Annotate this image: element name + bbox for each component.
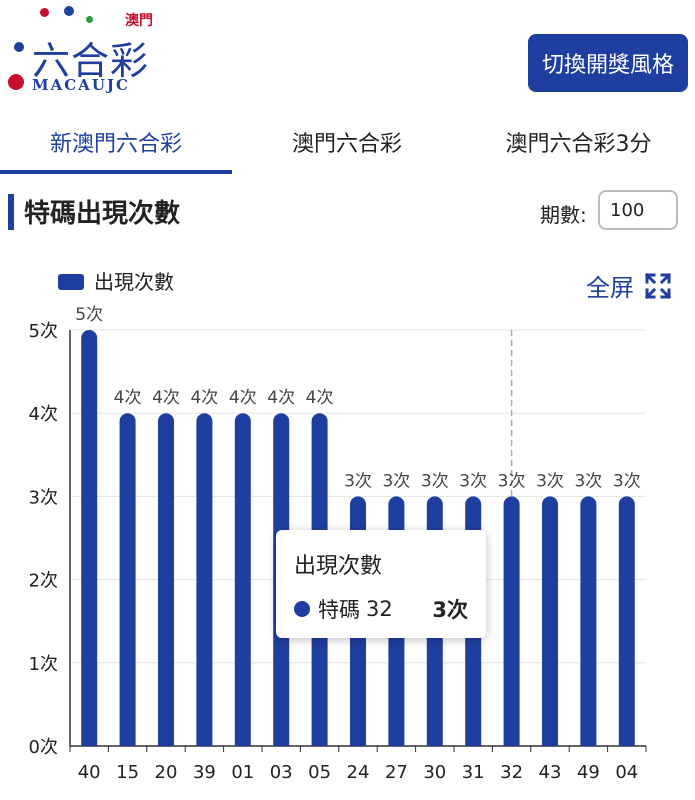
- bar[interactable]: [542, 496, 558, 746]
- y-tick-label: 4次: [29, 404, 58, 425]
- logo-dot: [64, 6, 74, 16]
- data-label: 4次: [152, 388, 180, 408]
- x-tick-label: 43: [539, 762, 562, 783]
- section-title: 特碼出現次數: [24, 199, 181, 229]
- tooltip-number: 32: [366, 597, 393, 621]
- data-label: 3次: [382, 471, 410, 491]
- data-label: 4次: [190, 388, 218, 408]
- x-tick-label: 04: [615, 762, 638, 783]
- data-label: 3次: [536, 471, 564, 491]
- x-tick-label: 05: [308, 762, 331, 783]
- data-label: 5次: [75, 305, 103, 325]
- legend-label: 出現次數: [94, 270, 174, 294]
- data-label: 3次: [459, 471, 487, 491]
- y-tick-label: 0次: [29, 737, 58, 758]
- data-label: 3次: [574, 471, 602, 491]
- period-input[interactable]: [598, 190, 678, 230]
- logo-subtext: MACAUJC: [32, 76, 130, 94]
- x-tick-label: 49: [577, 762, 600, 783]
- tooltip-title: 出現次數: [294, 554, 383, 579]
- bar[interactable]: [618, 496, 635, 746]
- data-label: 3次: [498, 471, 526, 491]
- data-label: 4次: [229, 388, 257, 408]
- x-tick-label: 01: [231, 762, 254, 783]
- tooltip-series-dot: [294, 601, 310, 617]
- section-accent-bar: [8, 194, 14, 230]
- tab-macau[interactable]: 澳門六合彩: [232, 112, 462, 172]
- logo: 澳門 六合彩 MACAUJC: [0, 0, 180, 100]
- bar[interactable]: [234, 413, 251, 746]
- x-tick-label: 27: [385, 762, 408, 783]
- x-tick-label: 30: [423, 762, 446, 783]
- tooltip-value: 3次: [432, 598, 468, 622]
- period-label: 期數:: [540, 203, 587, 227]
- y-tick-label: 5次: [29, 321, 58, 342]
- x-tick-label: 40: [78, 762, 101, 783]
- tab-bar: 新澳門六合彩 澳門六合彩 澳門六合彩3分: [0, 112, 695, 174]
- bar[interactable]: [81, 330, 98, 746]
- data-label: 3次: [421, 471, 449, 491]
- bar[interactable]: [158, 413, 174, 746]
- data-label: 4次: [267, 388, 295, 408]
- tab-new-macau[interactable]: 新澳門六合彩: [0, 112, 232, 172]
- x-tick-label: 32: [500, 762, 523, 783]
- x-tick-label: 20: [155, 762, 178, 783]
- data-label: 3次: [613, 471, 641, 491]
- logo-small-text: 澳門: [125, 13, 153, 29]
- y-tick-label: 1次: [29, 654, 58, 675]
- x-tick-label: 03: [270, 762, 293, 783]
- legend-swatch: [58, 274, 84, 290]
- bar[interactable]: [196, 413, 213, 746]
- active-tab-indicator: [0, 170, 232, 174]
- x-tick-label: 15: [116, 762, 139, 783]
- x-tick-label: 24: [347, 762, 370, 783]
- tooltip-row: 特碼 32 3次: [294, 594, 468, 624]
- data-label: 3次: [344, 471, 372, 491]
- logo-dot: [8, 74, 24, 90]
- y-tick-label: 2次: [29, 571, 58, 592]
- chart-legend[interactable]: 出現次數: [58, 270, 174, 294]
- bar[interactable]: [580, 496, 597, 746]
- x-tick-label: 31: [462, 762, 485, 783]
- data-label: 4次: [114, 388, 142, 408]
- chart-tooltip: 出現次數 特碼 32 3次: [276, 530, 486, 638]
- logo-dot: [14, 42, 24, 52]
- bar[interactable]: [503, 496, 520, 746]
- data-label: 4次: [306, 388, 334, 408]
- tab-macau-3min[interactable]: 澳門六合彩3分: [462, 112, 695, 172]
- x-tick-label: 39: [193, 762, 216, 783]
- y-tick-label: 3次: [29, 487, 58, 508]
- bar[interactable]: [119, 413, 136, 746]
- logo-dot: [40, 8, 49, 17]
- logo-dot: [86, 16, 93, 23]
- switch-style-button[interactable]: 切換開獎風格: [528, 34, 688, 92]
- tooltip-label: 特碼: [318, 598, 360, 622]
